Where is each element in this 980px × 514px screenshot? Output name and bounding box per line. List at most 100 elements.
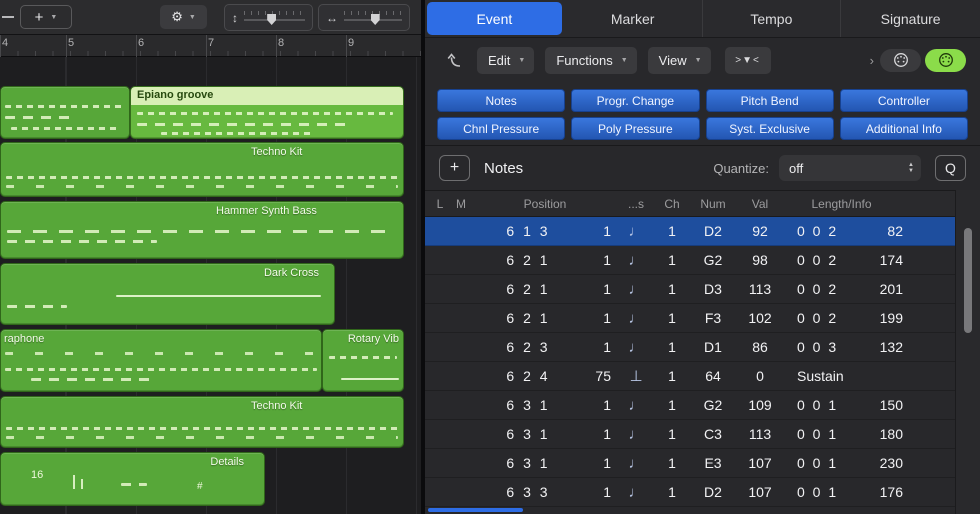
- region-dark-cross[interactable]: Dark Cross: [0, 263, 335, 325]
- cell-num[interactable]: G2: [689, 397, 737, 413]
- cell-tick[interactable]: 1: [581, 252, 617, 268]
- settings-menu-button[interactable]: ⚙ ▼: [160, 5, 207, 29]
- cell-position[interactable]: 6 2 1: [473, 252, 581, 268]
- event-row[interactable]: 6 3 3 1 ♩ 1 D2 107 0 0 1 176: [425, 478, 955, 507]
- menu-edit[interactable]: Edit ▼: [477, 46, 535, 74]
- col-val[interactable]: Val: [737, 197, 783, 211]
- filter-chnl-pressure[interactable]: Chnl Pressure: [437, 117, 566, 140]
- event-row[interactable]: 6 3 1 1 ♩ 1 C3 113 0 0 1 180: [425, 420, 955, 449]
- event-status-icon[interactable]: ♩: [617, 223, 655, 240]
- midi-in-toggle[interactable]: [925, 48, 966, 72]
- quantize-dropdown[interactable]: off ▲ ▼: [779, 155, 921, 181]
- cell-position[interactable]: 6 2 3: [473, 339, 581, 355]
- cell-val[interactable]: 113: [737, 281, 783, 297]
- cell-channel[interactable]: 1: [655, 281, 689, 297]
- cell-num[interactable]: D2: [689, 223, 737, 239]
- cell-num[interactable]: G2: [689, 252, 737, 268]
- filter-controller[interactable]: Controller: [839, 89, 968, 112]
- event-row[interactable]: 6 3 1 1 ♩ 1 G2 109 0 0 1 150: [425, 391, 955, 420]
- cell-val[interactable]: 92: [737, 223, 783, 239]
- cell-tick[interactable]: 1: [581, 310, 617, 326]
- col-l[interactable]: L: [431, 197, 449, 211]
- filter-poly-pressure[interactable]: Poly Pressure: [571, 117, 700, 140]
- event-status-icon[interactable]: ♩: [617, 455, 655, 472]
- region-vibraphone[interactable]: raphone: [0, 329, 322, 392]
- cell-tick[interactable]: 1: [581, 426, 617, 442]
- event-status-icon[interactable]: ♩: [617, 484, 655, 501]
- cell-length-info[interactable]: 0 0 2 201: [783, 281, 955, 297]
- region-techno-kit-2[interactable]: Techno Kit: [0, 396, 404, 448]
- cell-position[interactable]: 6 3 1: [473, 397, 581, 413]
- event-row[interactable]: 6 2 3 1 ♩ 1 D1 86 0 0 3 132: [425, 333, 955, 362]
- region-details[interactable]: Details 16 #: [0, 452, 265, 506]
- cell-channel[interactable]: 1: [655, 252, 689, 268]
- cell-val[interactable]: 0: [737, 368, 783, 384]
- drag-handle-icon[interactable]: [2, 16, 14, 18]
- region-epiano-groove[interactable]: Epiano groove: [130, 86, 404, 139]
- cell-position[interactable]: 6 2 1: [473, 281, 581, 297]
- menu-functions[interactable]: Functions ▼: [545, 46, 637, 74]
- slider-thumb[interactable]: [370, 14, 380, 25]
- event-status-icon[interactable]: ⊥: [617, 367, 655, 385]
- cell-tick[interactable]: 1: [581, 339, 617, 355]
- cell-length-info[interactable]: 0 0 2 199: [783, 310, 955, 326]
- menu-view[interactable]: View ▼: [647, 46, 711, 74]
- cell-tick[interactable]: 75: [581, 368, 617, 384]
- event-status-icon[interactable]: ♩: [617, 426, 655, 443]
- cell-channel[interactable]: 1: [655, 368, 689, 384]
- event-status-icon[interactable]: ♩: [617, 281, 655, 298]
- cell-channel[interactable]: 1: [655, 310, 689, 326]
- quantize-apply-button[interactable]: Q: [935, 155, 966, 181]
- cell-val[interactable]: 107: [737, 484, 783, 500]
- tab-signature[interactable]: Signature: [841, 0, 980, 37]
- cell-length-info[interactable]: 0 0 3 132: [783, 339, 955, 355]
- cell-tick[interactable]: 1: [581, 281, 617, 297]
- event-row[interactable]: 6 2 1 1 ♩ 1 G2 98 0 0 2 174: [425, 246, 955, 275]
- cell-val[interactable]: 102: [737, 310, 783, 326]
- display-level-button[interactable]: [439, 47, 469, 73]
- slider-thumb[interactable]: [267, 14, 277, 25]
- cell-val[interactable]: 109: [737, 397, 783, 413]
- cell-length-info[interactable]: 0 0 1 180: [783, 426, 955, 442]
- event-row[interactable]: 6 1 3 1 ♩ 1 D2 92 0 0 2 82: [425, 217, 955, 246]
- event-status-icon[interactable]: ♩: [617, 252, 655, 269]
- filter-additional-info[interactable]: Additional Info: [839, 117, 968, 140]
- region-rotary-vib[interactable]: Rotary Vib: [322, 329, 404, 392]
- cell-val[interactable]: 107: [737, 455, 783, 471]
- event-filter-button[interactable]: >▼<: [724, 46, 771, 74]
- col-m[interactable]: M: [449, 197, 473, 211]
- event-status-icon[interactable]: ♩: [617, 397, 655, 414]
- add-event-button[interactable]: +: [439, 155, 470, 181]
- cell-length-info[interactable]: 0 0 2 82: [783, 223, 955, 239]
- tab-event[interactable]: Event: [427, 2, 562, 35]
- cell-tick[interactable]: 1: [581, 484, 617, 500]
- cell-num[interactable]: 64: [689, 368, 737, 384]
- tab-tempo[interactable]: Tempo: [703, 0, 842, 37]
- cell-length-info[interactable]: 0 0 2 174: [783, 252, 955, 268]
- cell-num[interactable]: D1: [689, 339, 737, 355]
- cell-position[interactable]: 6 3 3: [473, 484, 581, 500]
- cell-length-info[interactable]: 0 0 1 230: [783, 455, 955, 471]
- filter-progr-change[interactable]: Progr. Change: [571, 89, 700, 112]
- region-hammer-synth-bass[interactable]: Hammer Synth Bass: [0, 201, 404, 259]
- vertical-zoom-slider[interactable]: [244, 10, 305, 25]
- vertical-scrollbar[interactable]: [964, 228, 972, 333]
- cell-length-info[interactable]: 0 0 1 150: [783, 397, 955, 413]
- tab-marker[interactable]: Marker: [564, 0, 703, 37]
- cell-num[interactable]: C3: [689, 426, 737, 442]
- cell-tick[interactable]: 1: [581, 223, 617, 239]
- filter-pitch-bend[interactable]: Pitch Bend: [705, 89, 834, 112]
- cell-length-info[interactable]: Sustain: [783, 368, 955, 384]
- cell-channel[interactable]: 1: [655, 484, 689, 500]
- cell-num[interactable]: D3: [689, 281, 737, 297]
- col-num[interactable]: Num: [689, 197, 737, 211]
- cell-val[interactable]: 98: [737, 252, 783, 268]
- cell-channel[interactable]: 1: [655, 426, 689, 442]
- cell-tick[interactable]: 1: [581, 397, 617, 413]
- event-row[interactable]: 6 2 1 1 ♩ 1 D3 113 0 0 2 201: [425, 275, 955, 304]
- filter-notes[interactable]: Notes: [437, 89, 566, 112]
- cell-num[interactable]: F3: [689, 310, 737, 326]
- col-status[interactable]: ...s: [617, 197, 655, 211]
- cell-position[interactable]: 6 2 1: [473, 310, 581, 326]
- col-channel[interactable]: Ch: [655, 197, 689, 211]
